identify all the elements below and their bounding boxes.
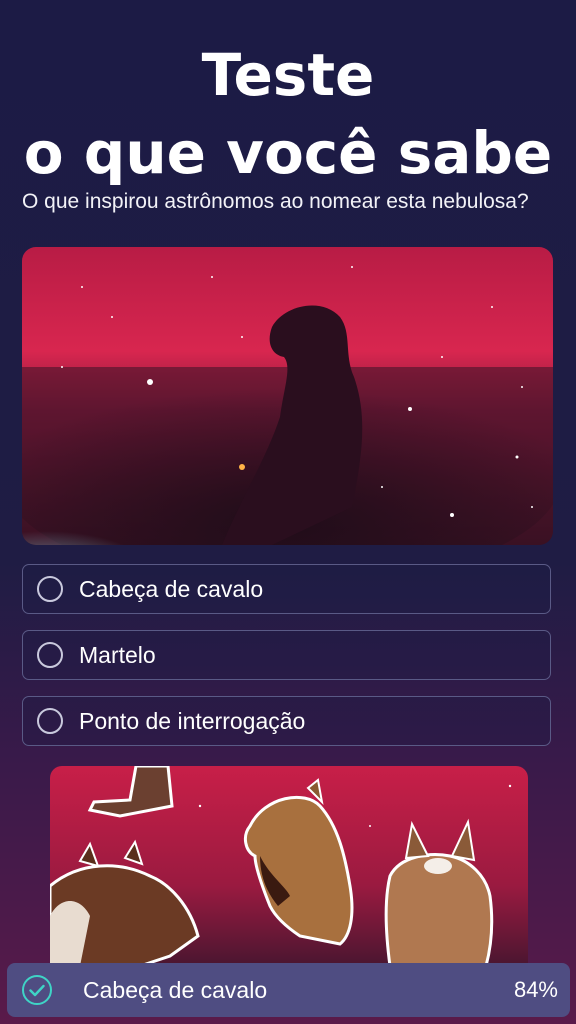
check-circle-icon xyxy=(22,975,52,1005)
option-hammer[interactable]: Martelo xyxy=(22,630,551,680)
question-text: O que inspirou astrônomos ao nomear esta… xyxy=(22,190,529,213)
horse-heads-image xyxy=(50,766,528,966)
title-line-2: o que você sabe xyxy=(23,119,553,187)
result-bar-correct-answer: Cabeça de cavalo 84% xyxy=(7,963,570,1017)
option-question-mark[interactable]: Ponto de interrogação xyxy=(22,696,551,746)
option-label: Martelo xyxy=(79,641,156,668)
result-percent: 84% xyxy=(513,977,558,1002)
page-title: Teste o que você sabe xyxy=(0,36,576,192)
title-line-1: Teste xyxy=(201,41,375,109)
radio-circle-icon[interactable] xyxy=(37,642,63,668)
radio-circle-icon[interactable] xyxy=(37,576,63,602)
nebula-image xyxy=(22,247,553,545)
radio-circle-icon[interactable] xyxy=(37,708,63,734)
option-label: Ponto de interrogação xyxy=(79,707,306,734)
option-label: Cabeça de cavalo xyxy=(79,575,264,602)
result-label: Cabeça de cavalo xyxy=(83,976,268,1003)
option-horse-head[interactable]: Cabeça de cavalo xyxy=(22,564,551,614)
